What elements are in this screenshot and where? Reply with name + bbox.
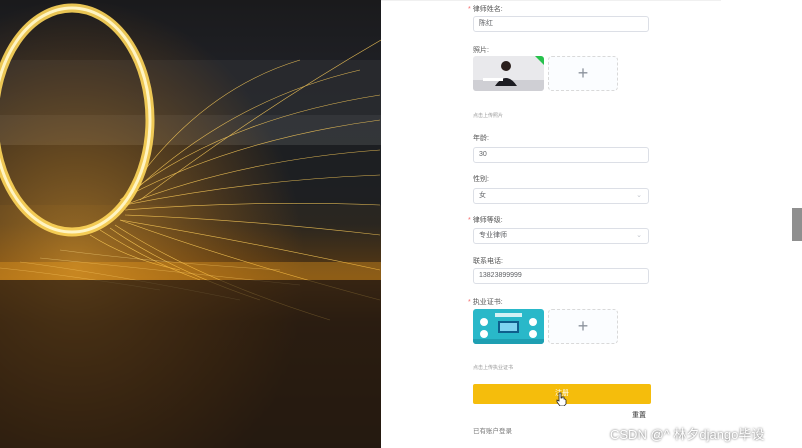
level-select[interactable]: 专业律师 ⌄	[473, 228, 649, 244]
photo-image	[473, 56, 544, 91]
photo-label: 照片:	[473, 47, 489, 54]
age-input[interactable]: 30	[473, 147, 649, 163]
age-label: 年龄:	[473, 135, 489, 142]
hero-image	[0, 0, 381, 448]
cert-label: * 执业证书:	[468, 299, 503, 306]
photo-upload-tip: 点击上传照片	[473, 113, 504, 119]
gender-label: 性别:	[473, 176, 489, 183]
chevron-down-icon: ⌄	[636, 192, 642, 199]
phone-label: 联系电话:	[473, 258, 503, 265]
photo-thumbnail[interactable]	[473, 56, 544, 91]
top-divider	[381, 0, 721, 1]
reset-button[interactable]: 重置	[632, 410, 646, 420]
level-value: 专业律师	[479, 232, 507, 239]
cert-add-button[interactable]: +	[548, 309, 618, 344]
required-mark: *	[468, 6, 471, 13]
scrollbar-thumb[interactable]	[792, 208, 802, 241]
gender-select[interactable]: 女 ⌄	[473, 188, 649, 204]
login-link[interactable]: 已有账户登录	[473, 425, 512, 435]
steel-wool-photo	[0, 0, 381, 448]
name-input[interactable]: 陈红	[473, 16, 649, 32]
chevron-down-icon: ⌄	[636, 232, 642, 239]
plus-icon: +	[577, 316, 589, 336]
phone-input[interactable]: 13823899999	[473, 268, 649, 284]
name-label: * 律师姓名:	[468, 6, 503, 13]
cert-upload-tip: 点击上传执业证书	[473, 365, 514, 371]
required-mark: *	[468, 217, 471, 224]
cert-thumbnail[interactable]	[473, 309, 544, 344]
gender-value: 女	[479, 192, 486, 199]
plus-icon: +	[577, 63, 589, 83]
watermark: CSDN @^ 林夕django毕设	[610, 427, 765, 442]
photo-add-button[interactable]: +	[548, 56, 618, 91]
cert-image	[473, 309, 544, 344]
level-label: * 律师等级:	[468, 217, 503, 224]
required-mark: *	[468, 299, 471, 306]
hand-cursor-icon	[556, 392, 567, 406]
